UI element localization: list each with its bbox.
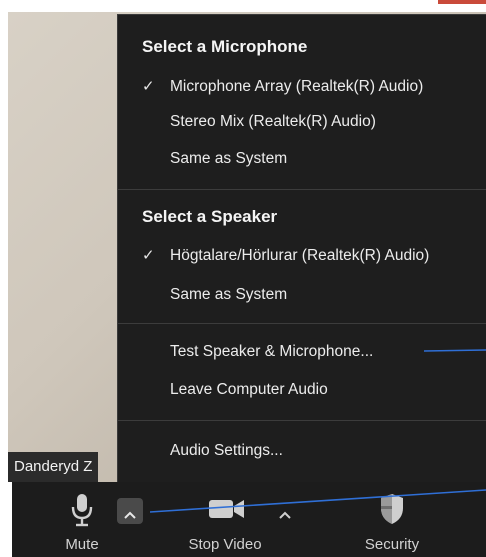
test-speaker-microphone-item[interactable]: Test Speaker & Microphone... [118,336,486,370]
menu-divider [118,420,486,421]
menu-item-label: Stereo Mix (Realtek(R) Audio) [170,113,376,130]
microphone-icon [68,492,96,528]
audio-options-menu: Select a Microphone ✓ Microphone Array (… [117,14,486,482]
mute-button[interactable]: Mute [34,482,130,557]
window-edge-fragment [438,0,486,4]
microphone-option-same-as-system[interactable]: Same as System [118,143,486,177]
menu-item-label: Microphone Array (Realtek(R) Audio) [170,78,424,95]
menu-divider [118,189,486,190]
audio-options-caret[interactable] [117,498,143,524]
leave-computer-audio-item[interactable]: Leave Computer Audio [118,374,486,408]
mute-label: Mute [65,536,99,553]
checkmark-icon: ✓ [142,247,155,264]
menu-item-label: Högtalare/Hörlurar (Realtek(R) Audio) [170,247,430,264]
video-options-caret[interactable] [275,500,295,520]
select-microphone-heading: Select a Microphone [142,37,308,56]
participant-name-label: Danderyd Z [8,452,99,482]
microphone-option-array[interactable]: ✓ Microphone Array (Realtek(R) Audio) [118,71,486,105]
select-speaker-heading: Select a Speaker [142,207,278,226]
security-button[interactable]: Security [342,482,442,557]
shield-icon [378,492,406,526]
video-camera-icon [208,496,246,522]
audio-settings-item[interactable]: Audio Settings... [118,435,486,469]
speaker-option-same-as-system[interactable]: Same as System [118,279,486,313]
menu-item-label: Leave Computer Audio [170,381,328,398]
chevron-up-icon [124,506,136,524]
menu-item-label: Test Speaker & Microphone... [170,343,374,360]
chevron-up-icon [279,506,291,524]
menu-divider [118,323,486,324]
stop-video-button[interactable]: Stop Video [170,482,280,557]
zoom-meeting-window: Danderyd Z Select a Microphone ✓ Microph… [0,0,486,557]
menu-item-label: Same as System [170,150,288,167]
stop-video-label: Stop Video [188,536,262,553]
checkmark-icon: ✓ [142,78,155,95]
security-label: Security [364,536,420,553]
menu-item-label: Audio Settings... [170,442,283,459]
meeting-toolbar: Mute Stop Video Security [12,482,486,557]
speaker-option-realtek[interactable]: ✓ Högtalare/Hörlurar (Realtek(R) Audio) [118,240,486,274]
microphone-option-stereo-mix[interactable]: Stereo Mix (Realtek(R) Audio) [118,106,486,140]
menu-item-label: Same as System [170,286,288,303]
